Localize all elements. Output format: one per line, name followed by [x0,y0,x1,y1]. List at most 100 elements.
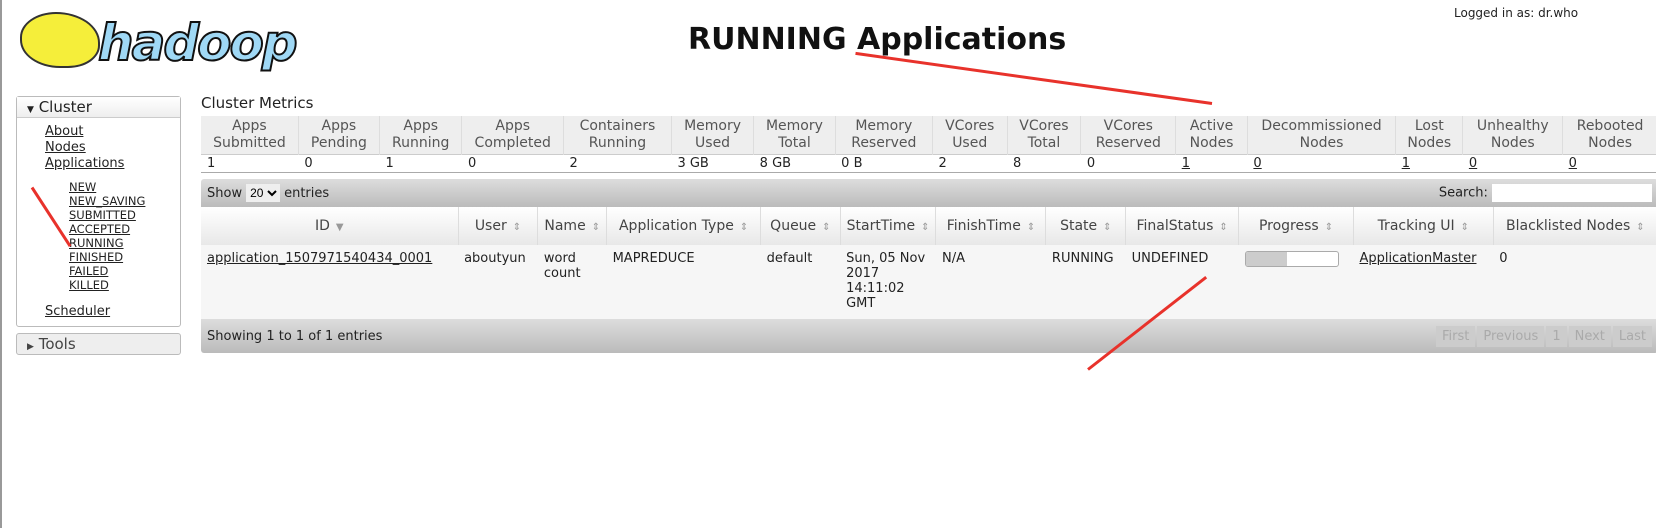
sort-icon: ⇕ [739,222,749,233]
metric-header: Lost Nodes [1395,116,1464,155]
page-title: RUNNING Applications [688,22,1067,57]
hadoop-logo: hadoop [20,8,320,78]
metric-value[interactable]: 0 [1469,156,1477,171]
search-input[interactable] [1492,184,1652,202]
nav-state-new_saving[interactable]: NEW_SAVING [69,194,145,208]
nav-state-submitted[interactable]: SUBMITTED [69,208,136,222]
nav-state-failed[interactable]: FAILED [69,264,108,278]
pager-first[interactable]: First [1436,325,1476,347]
metric-header: Apps Submitted [201,116,299,155]
pager-last[interactable]: Last [1612,325,1652,347]
metric-value: 1 [207,156,216,171]
table-footer: Showing 1 to 1 of 1 entries First Previou… [201,319,1656,353]
cell-queue: default [766,251,813,266]
application-id-link[interactable]: application_1507971540434_0001 [207,251,432,266]
sort-icon: ▼ [335,222,344,233]
sort-icon: ⇕ [1026,222,1036,233]
metric-header: Active Nodes [1175,116,1248,155]
cell-blacklisted: 0 [1499,251,1508,266]
metric-value: 0 B [841,156,863,171]
pager-previous[interactable]: Previous [1477,325,1545,347]
metric-value: 0 [1086,156,1096,171]
login-status: Logged in as: dr.who [1454,6,1579,20]
nav-state-accepted[interactable]: ACCEPTED [69,222,130,236]
column-header[interactable]: ID ▼ [201,207,459,245]
nav-state-finished[interactable]: FINISHED [69,250,123,264]
caret-down-icon: ▼ [27,105,34,115]
cell-name: word count [543,251,581,281]
cell-user: aboutyun [464,251,526,266]
sort-icon: ⇕ [591,222,601,233]
column-header[interactable]: FinalStatus ⇕ [1125,207,1240,245]
metric-value[interactable]: 0 [1569,156,1577,171]
nav-state-killed[interactable]: KILLED [69,278,109,292]
sort-icon: ⇕ [921,222,930,233]
metric-header: Memory Total [753,116,836,155]
metric-value: 8 GB [759,156,792,171]
metric-value: 1 [385,156,394,171]
pager-next[interactable]: Next [1568,325,1611,347]
metric-header: Unhealthy Nodes [1462,116,1564,155]
metric-header: Rebooted Nodes [1562,116,1656,155]
column-header[interactable]: Name ⇕ [537,207,608,245]
column-header[interactable]: FinishTime ⇕ [935,207,1047,245]
cell-state: RUNNING [1051,251,1114,266]
metric-value: 0 [467,156,477,171]
nav-state-new[interactable]: NEW [69,180,96,194]
cell-final: UNDEFINED [1131,251,1209,266]
metric-header: Apps Pending [298,116,380,155]
metric-value: 0 [304,156,313,171]
cluster-toggle[interactable]: ▼ Cluster [17,97,180,118]
cell-start: Sun, 05 Nov 2017 14:11:02 GMT [846,251,926,311]
sidebar: ▼ Cluster About Nodes Applications NEW NE… [16,96,181,355]
sort-icon: ⇕ [1103,222,1112,233]
metric-header: VCores Used [932,116,1008,155]
cell-finish: N/A [941,251,965,266]
metric-header: Decommissioned Nodes [1247,116,1397,155]
column-header[interactable]: State ⇕ [1045,207,1127,245]
sort-icon: ⇕ [512,222,522,233]
column-header[interactable]: Blacklisted Nodes ⇕ [1493,207,1656,245]
column-header[interactable]: Queue ⇕ [760,207,841,245]
metric-header: Memory Reserved [835,116,933,155]
page-size-select[interactable]: 20 [246,184,281,202]
metric-value: 2 [938,156,947,171]
progress-bar [1244,251,1339,267]
metric-value[interactable]: 0 [1253,156,1261,171]
cell-type: MAPREDUCE [612,251,695,266]
sort-icon: ⇕ [1219,222,1228,233]
column-header[interactable]: StartTime ⇕ [840,207,937,245]
column-header[interactable]: User ⇕ [458,207,539,245]
column-header[interactable]: Application Type ⇕ [606,207,762,245]
metric-value[interactable]: 1 [1182,156,1190,171]
table-toolbar: Show 20 entries Search: [201,179,1656,207]
column-header[interactable]: Progress ⇕ [1238,207,1354,245]
metric-header: Apps Running [379,116,463,155]
metric-value: 3 GB [677,156,709,171]
entries-info: Showing 1 to 1 of 1 entries [207,328,383,344]
table-row: application_1507971540434_0001 aboutyun wo… [201,245,1656,319]
metric-header: Memory Used [671,116,755,155]
nav-applications[interactable]: Applications [45,156,124,171]
metric-header: Containers Running [563,116,672,155]
sort-icon: ⇕ [1460,222,1470,233]
pager-1[interactable]: 1 [1546,325,1567,347]
nav-state-running[interactable]: RUNNING [69,236,124,250]
metrics-title: Cluster Metrics [201,94,314,112]
elephant-icon [20,12,100,68]
tracking-ui-link[interactable]: ApplicationMaster [1359,251,1476,266]
metric-value: 2 [569,156,578,171]
metric-header: VCores Total [1007,116,1082,155]
metric-header: Apps Completed [461,116,564,155]
column-header[interactable]: Tracking UI ⇕ [1353,207,1494,245]
nav-nodes[interactable]: Nodes [45,140,86,155]
nav-scheduler[interactable]: Scheduler [45,304,110,319]
nav-about[interactable]: About [45,124,83,139]
metric-value[interactable]: 1 [1402,156,1410,171]
metric-value: 8 [1013,156,1022,171]
metric-header: VCores Reserved [1080,116,1177,155]
tools-toggle[interactable]: ▶ Tools [16,333,181,355]
sort-icon: ⇕ [1324,222,1334,233]
sort-icon: ⇕ [822,222,831,233]
applications-table: ID ▼ User ⇕ Name ⇕ Application Type ⇕ Queue ⇕ Star… [201,207,1656,319]
